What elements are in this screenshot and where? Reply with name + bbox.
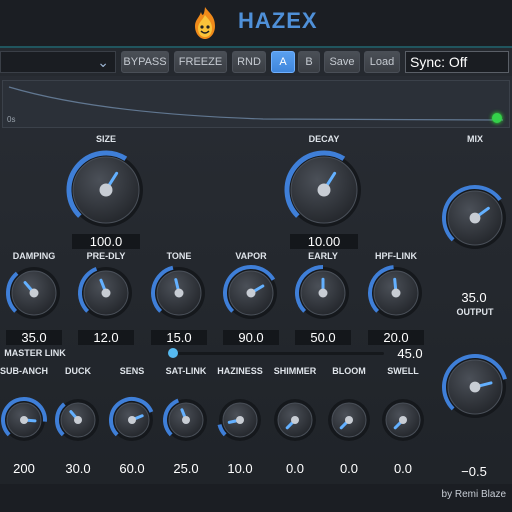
random-button[interactable]: RND: [232, 51, 266, 73]
bloom-knob[interactable]: [325, 396, 373, 444]
freeze-button[interactable]: FREEZE: [174, 51, 227, 73]
load-button[interactable]: Load: [364, 51, 400, 73]
bloom-value: 0.0: [339, 461, 359, 476]
swell-label: SWELL: [387, 366, 419, 376]
early-knob[interactable]: [294, 264, 352, 322]
decay-curve: [8, 86, 504, 121]
decay-display: 0s: [2, 80, 510, 128]
sync-dropdown[interactable]: Sync: Off: [405, 51, 509, 73]
master-link-slider-track[interactable]: [172, 352, 384, 355]
sub-anch-knob[interactable]: [0, 396, 48, 444]
sens-value: 60.0: [119, 461, 145, 476]
early-label: EARLY: [308, 251, 338, 261]
duck-knob[interactable]: [54, 396, 102, 444]
haziness-knob[interactable]: [216, 396, 264, 444]
tone-knob[interactable]: [150, 264, 208, 322]
size-value: 100.0: [72, 234, 140, 249]
vapor-value: 90.0: [223, 330, 279, 345]
master-link-value: 45.0: [397, 346, 423, 361]
activity-led: [492, 113, 502, 123]
sat-link-knob[interactable]: [162, 396, 210, 444]
sat-link-value: 25.0: [173, 461, 199, 476]
master-link-slider-thumb[interactable]: [168, 348, 178, 358]
pre-dly-value: 12.0: [78, 330, 134, 345]
master-link-label: MASTER LINK: [4, 348, 66, 358]
size-label: SIZE: [95, 134, 116, 144]
chevron-down-icon: ⌄: [97, 54, 109, 70]
early-value: 50.0: [295, 330, 351, 345]
size-knob[interactable]: [66, 150, 146, 230]
decay-value: 10.00: [290, 234, 358, 249]
damping-value: 35.0: [6, 330, 62, 345]
duck-value: 30.0: [65, 461, 91, 476]
shimmer-knob[interactable]: [271, 396, 319, 444]
swell-value: 0.0: [393, 461, 413, 476]
footer-bar: [0, 484, 512, 512]
hpf-link-value: 20.0: [368, 330, 424, 345]
damping-label: DAMPING: [12, 251, 56, 261]
mix-knob[interactable]: [441, 184, 509, 252]
mix-label: MIX: [466, 134, 483, 144]
decay-label: DECAY: [308, 134, 340, 144]
bypass-button[interactable]: BYPASS: [121, 51, 169, 73]
hpf-link-label: HPF-LINK: [375, 251, 417, 261]
tone-value: 15.0: [151, 330, 207, 345]
flame-mascot-icon: [195, 7, 215, 39]
decay-knob[interactable]: [284, 150, 364, 230]
hpf-link-knob[interactable]: [367, 264, 425, 322]
output-knob[interactable]: [441, 353, 509, 421]
vapor-label: VAPOR: [235, 251, 267, 261]
app-title: HAZEX: [238, 8, 318, 33]
shimmer-value: 0.0: [285, 461, 305, 476]
sens-knob[interactable]: [108, 396, 156, 444]
output-value: −0.5: [461, 464, 487, 479]
slot-a-button[interactable]: A: [271, 51, 295, 73]
output-label: OUTPUT: [456, 307, 494, 317]
mix-value: 35.0: [461, 290, 487, 305]
preset-dropdown[interactable]: ⌄: [0, 51, 116, 73]
vapor-knob[interactable]: [222, 264, 280, 322]
swell-knob[interactable]: [379, 396, 427, 444]
pre-dly-label: PRE-DLY: [86, 251, 126, 261]
tone-label: TONE: [166, 251, 192, 261]
credit-text: by Remi Blaze: [441, 489, 506, 500]
haziness-value: 10.0: [227, 461, 253, 476]
display-time-label: 0s: [7, 115, 16, 124]
pre-dly-knob[interactable]: [77, 264, 135, 322]
sub-anch-value: 200: [13, 461, 35, 476]
damping-knob[interactable]: [5, 264, 63, 322]
save-button[interactable]: Save: [324, 51, 360, 73]
slot-b-button[interactable]: B: [298, 51, 320, 73]
